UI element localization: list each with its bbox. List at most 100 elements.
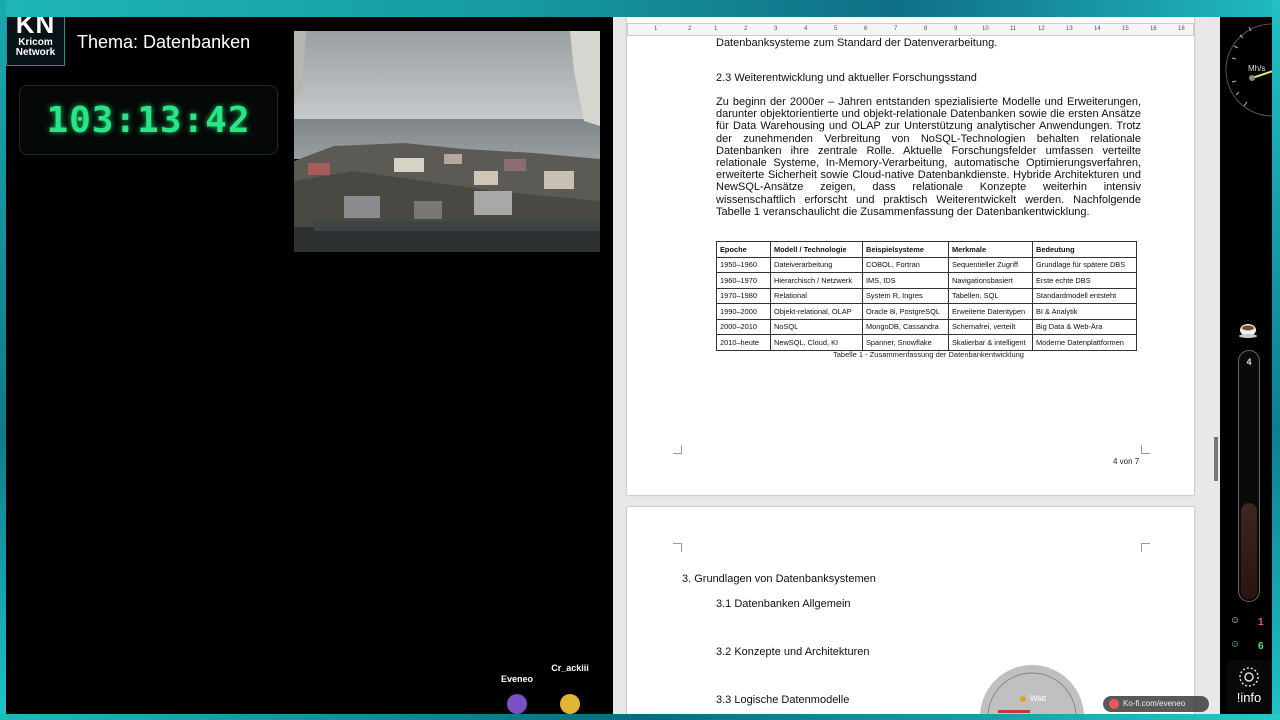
table-cell: 1950–1960 <box>716 256 771 273</box>
user-icon: ☺ <box>1230 615 1241 626</box>
page-corner-mark <box>1141 445 1150 454</box>
viewer-dot <box>507 694 527 714</box>
ruler-number: 12 <box>1038 26 1045 32</box>
table-cell: MongoDB, Cassandra <box>862 318 949 335</box>
ruler-number: 9 <box>954 26 958 32</box>
table-cell: 1970–1980 <box>716 287 771 304</box>
viewer-name: Cr_ackiii <box>551 663 589 673</box>
frame-left-border <box>0 0 6 720</box>
page-corner-mark <box>1141 543 1150 552</box>
power-gauge: Watt <box>976 657 1088 718</box>
table-cell: 1990–2000 <box>716 303 771 320</box>
body-paragraph: Zu beginn der 2000er – Jahren entstanden… <box>716 96 1141 218</box>
table-cell: Grundlage für spätere DBS <box>1032 256 1137 273</box>
ruler-number: 15 <box>1122 26 1129 32</box>
ruler-number: 1 <box>654 26 658 32</box>
ruler-number: 18 <box>1178 26 1185 32</box>
table-cell: Skalierbar & intelligent <box>948 334 1033 351</box>
horizontal-ruler[interactable]: 1 2 1 2 3 4 5 6 7 8 9 10 11 12 13 14 15 … <box>627 23 1194 36</box>
kofi-link[interactable]: Ko-fi.com/eveneo <box>1103 696 1209 712</box>
ruler-number: 10 <box>982 26 989 32</box>
viewer-avatar-crackiii: Cr_ackiii <box>547 663 593 714</box>
page-number: 4 von 7 <box>1113 457 1140 466</box>
ruler-number: 11 <box>1010 26 1017 32</box>
ruler-number: 2 <box>688 26 692 32</box>
table-cell: Erste echte DBS <box>1032 272 1137 289</box>
coffee-cup-graphic <box>1239 324 1257 338</box>
tube-value: 4 <box>1246 357 1252 367</box>
ruler-number: 5 <box>834 26 838 32</box>
ruler-number: 16 <box>1150 26 1157 32</box>
table-cell: Oracle 8i, PostgreSQL <box>862 303 949 320</box>
table-cell: 2010–heute <box>716 334 771 351</box>
table-cell: Moderne Datenplattformen <box>1032 334 1137 351</box>
document-page-5[interactable]: 3. Grundlagen von Datenbanksystemen 3.1 … <box>627 507 1194 714</box>
ruler-number: 3 <box>774 26 778 32</box>
table-cell: Dateiverarbeitung <box>770 256 863 273</box>
ruler-number: 14 <box>1094 26 1101 32</box>
text-line: Datenbanksysteme zum Standard der Datenv… <box>716 37 998 49</box>
progress-tube: 4 <box>1238 350 1260 602</box>
user-count-widget-1: ☺ 1 <box>1226 613 1272 633</box>
speedometer-widget: Mh/s <box>1222 18 1280 118</box>
table-cell: Standardmodell entsteht <box>1032 287 1137 304</box>
ruler-number: 4 <box>804 26 808 32</box>
stream-overlay: KN Kricom Network Thema: Datenbanken 103… <box>0 0 1280 720</box>
viewer-name: Eveneo <box>500 674 533 684</box>
info-command-widget: !info <box>1226 660 1272 712</box>
logo-line-2: Network <box>15 47 56 58</box>
table-row: 2000–2010 NoSQL MongoDB, Cassandra Schem… <box>716 318 1137 335</box>
brain-icon <box>1239 667 1259 687</box>
timer-value: 103:13:42 <box>46 99 251 141</box>
document-page-4[interactable]: Datenbanksysteme zum Standard der Datenv… <box>627 17 1194 495</box>
info-label: !info <box>1236 690 1262 705</box>
user-count-widget-2: ☺ 6 <box>1226 637 1272 657</box>
frame-right-border <box>1272 0 1280 720</box>
table-header: Merkmale <box>948 241 1033 258</box>
table-cell: Relational <box>770 287 863 304</box>
section-heading: 2.3 Weiterentwicklung und aktueller Fors… <box>716 72 977 84</box>
table-cell: Tabellen, SQL <box>948 287 1033 304</box>
page-corner-mark <box>673 543 682 552</box>
ruler-number: 8 <box>924 26 928 32</box>
table-cell: Spanner, Snowflake <box>862 334 949 351</box>
ruler-number: 2 <box>744 26 748 32</box>
ruler-number: 6 <box>864 26 868 32</box>
table-cell: Schemafrei, verteilt <box>948 318 1033 335</box>
table-cell: Erweiterte Datentypen <box>948 303 1033 320</box>
table-row: 1990–2000 Objekt-relational, OLAP Oracle… <box>716 303 1137 320</box>
table-cell: BI & Analytik <box>1032 303 1137 320</box>
table-cell: Big Data & Web-Ära <box>1032 318 1137 335</box>
stream-timer: 103:13:42 <box>19 85 278 155</box>
speed-unit: Mh/s <box>1248 64 1266 73</box>
table-row: 1960–1970 Hierarchisch / Netzwerk IMS, I… <box>716 272 1137 289</box>
table-cell: System R, Ingres <box>862 287 949 304</box>
table-header-row: Epoche Modell / Technologie Beispielsyst… <box>716 241 1137 258</box>
vertical-scrollbar-thumb[interactable] <box>1214 437 1218 481</box>
table-caption: Tabelle 1 - Zusammenfassung der Datenban… <box>833 350 1024 359</box>
section-heading: 3.2 Konzepte und Architekturen <box>716 646 870 658</box>
webcam-view <box>294 31 600 252</box>
table-cell: NewSQL, Cloud, KI <box>770 334 863 351</box>
kofi-cup-icon <box>1109 699 1119 709</box>
table-row: 1970–1980 Relational System R, Ingres Ta… <box>716 287 1137 304</box>
table-cell: Navigationsbasiert <box>948 272 1033 289</box>
table-header: Bedeutung <box>1032 241 1137 258</box>
stream-topic: Thema: Datenbanken <box>77 32 251 52</box>
table-header: Epoche <box>716 241 771 258</box>
table-row: 1950–1960 Dateiverarbeitung COBOL, Fortr… <box>716 256 1137 273</box>
viewer-avatar-eveneo: Eveneo <box>498 674 536 714</box>
ruler-number: 7 <box>894 26 898 32</box>
chapter-heading: 3. Grundlagen von Datenbanksystemen <box>682 573 876 585</box>
ruler-number: 13 <box>1066 26 1073 32</box>
table-cell: Hierarchisch / Netzwerk <box>770 272 863 289</box>
table-cell: 2000–2010 <box>716 318 771 335</box>
document-viewer[interactable]: Datenbanksysteme zum Standard der Datenv… <box>613 17 1220 714</box>
user-count: 6 <box>1258 641 1264 652</box>
section-heading: 3.3 Logische Datenmodelle <box>716 694 850 706</box>
table-header: Modell / Technologie <box>770 241 863 258</box>
table-cell: NoSQL <box>770 318 863 335</box>
ruler-number: 1 <box>714 26 718 32</box>
frame-top-border <box>0 0 1280 17</box>
kofi-label: Ko-fi.com/eveneo <box>1123 699 1186 708</box>
